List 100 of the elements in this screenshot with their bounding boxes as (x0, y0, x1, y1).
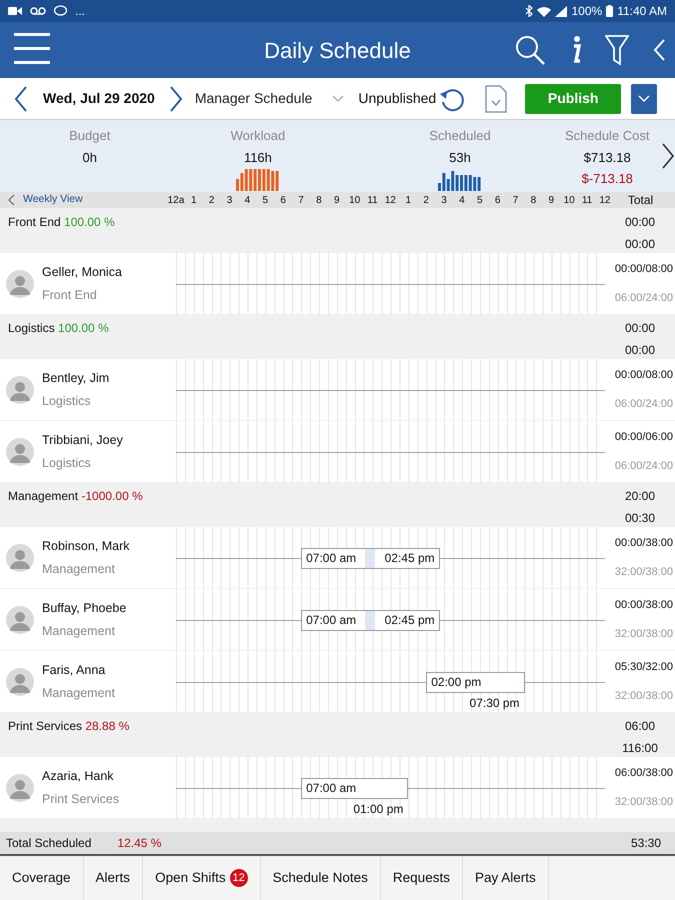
hour-label: 2 (422, 194, 430, 208)
next-summary-icon[interactable] (661, 142, 675, 170)
hour-label: 5 (262, 194, 270, 208)
employee-name: Robinson, Mark (42, 538, 130, 555)
scheduled-hours: 05:30/32:00 (614, 660, 673, 675)
summary-value: 116h (244, 148, 272, 166)
summary-value: 0h (82, 148, 97, 166)
summary-value: $713.18 (584, 148, 631, 166)
group-total: 20:00 (624, 488, 656, 505)
scheduled-hours: 00:00/08:00 (614, 368, 673, 383)
shift-bar[interactable]: 02:00 pm (426, 672, 525, 692)
bottom-tab[interactable]: Schedule Notes (260, 856, 381, 900)
hour-label: 10 (562, 194, 576, 208)
scheduled-hours: 06:00/38:00 (614, 766, 673, 781)
weekly-hours: 06:00/24:00 (614, 396, 673, 412)
battery-level: 100% (571, 3, 602, 20)
bottom-tab[interactable]: Requests (380, 856, 463, 900)
wifi-icon (537, 6, 552, 16)
search-icon[interactable] (515, 35, 545, 65)
employee-department: Logistics (42, 392, 92, 410)
avatar-icon (6, 376, 34, 404)
shift-bar[interactable]: 07:00 am 02:45 pm (301, 548, 440, 568)
employee-department: Management (42, 560, 116, 578)
employee-name: Azaria, Hank (42, 768, 115, 785)
group-label: Front End 100.00 % (8, 215, 115, 229)
menu-icon[interactable] (14, 32, 50, 66)
workload-sparkline (236, 167, 280, 191)
hour-label: 4 (244, 194, 252, 208)
publish-status: Unpublished (358, 89, 436, 108)
hour-label: 1 (404, 194, 412, 208)
back-icon[interactable] (653, 38, 665, 62)
weekly-hours: 06:00/24:00 (614, 290, 673, 306)
employee-department: Logistics (42, 454, 92, 472)
hour-label: 3 (440, 194, 448, 208)
weekly-view-link[interactable]: Weekly View (8, 192, 83, 208)
shift-bar[interactable]: 07:00 am (301, 778, 408, 798)
publish-button[interactable]: Publish (525, 84, 622, 114)
employee-name: Faris, Anna (42, 662, 106, 679)
avatar-icon (6, 270, 34, 298)
group-label: Print Services 28.88 % (8, 719, 130, 733)
battery-icon (606, 5, 614, 17)
hour-label: 1 (190, 194, 198, 208)
summary-label: Workload (230, 127, 286, 145)
publish-options-button[interactable] (631, 84, 658, 114)
group-total: 00:00 (624, 236, 656, 253)
summary-label: Scheduled (429, 127, 491, 145)
total-label: Total Scheduled (6, 835, 92, 852)
shift-bar[interactable]: 07:00 am 02:45 pm (301, 610, 440, 630)
scheduled-hours: 00:00/06:00 (614, 430, 673, 445)
hour-label: 2 (208, 194, 216, 208)
weekly-hours: 32:00/38:00 (614, 688, 673, 704)
weekly-hours: 32:00/38:00 (614, 564, 673, 580)
bluetooth-icon (525, 5, 534, 17)
employee-department: Print Services (42, 790, 120, 808)
next-day-icon[interactable] (168, 84, 183, 112)
hour-label: 9 (548, 194, 556, 208)
hour-label: 6 (494, 194, 502, 208)
summary-value: 53h (449, 148, 471, 166)
message-icon (54, 5, 67, 17)
hour-label: 12 (384, 194, 397, 208)
filter-icon[interactable] (605, 34, 629, 66)
group-total: 00:00 (624, 214, 656, 231)
cost-variance: $-713.18 (582, 170, 633, 188)
total-hours: 53:30 (630, 835, 661, 852)
hour-label: 3 (226, 194, 234, 208)
status-text: ... (75, 3, 86, 20)
caret-icon (332, 94, 344, 102)
bottom-tab[interactable]: Pay Alerts (462, 856, 549, 900)
shift-end-time: 07:30 pm (470, 694, 520, 712)
caret-icon (638, 94, 650, 102)
group-total: 00:00 (624, 342, 656, 359)
summary-label: Schedule Cost (564, 127, 650, 145)
hour-label: 9 (333, 194, 341, 208)
employee-name: Geller, Monica (42, 264, 122, 281)
schedule-dropdown[interactable]: Manager Schedule (194, 88, 344, 109)
scheduled-hours: 00:00/08:00 (614, 262, 673, 277)
hour-label: 12a (167, 194, 185, 208)
avatar-icon (6, 544, 34, 572)
employee-department: Management (42, 622, 116, 640)
summary-label: Budget (69, 127, 110, 145)
avatar-icon (6, 606, 34, 634)
document-check-icon[interactable] (485, 84, 508, 112)
bottom-tab[interactable]: Open Shifts 12 (143, 856, 261, 900)
previous-day-icon[interactable] (14, 84, 28, 112)
scheduled-hours: 00:00/38:00 (614, 598, 673, 613)
voicemail-icon (30, 6, 46, 16)
group-total: 00:30 (624, 510, 656, 527)
hour-label: 12 (598, 194, 612, 208)
hour-label: 5 (476, 194, 484, 208)
employee-name: Bentley, Jim (42, 370, 110, 387)
hour-label: 8 (315, 194, 323, 208)
total-percent: 12.45 % (117, 835, 162, 852)
employee-department: Front End (42, 286, 98, 304)
avatar-icon (6, 438, 34, 466)
weekly-hours: 06:00/24:00 (614, 458, 673, 474)
chevron-left-icon (8, 194, 15, 206)
bottom-tab[interactable]: Alerts (84, 856, 144, 900)
hour-label: 4 (458, 194, 466, 208)
bottom-tab[interactable]: Coverage (0, 856, 84, 900)
count-badge: 12 (230, 869, 248, 887)
